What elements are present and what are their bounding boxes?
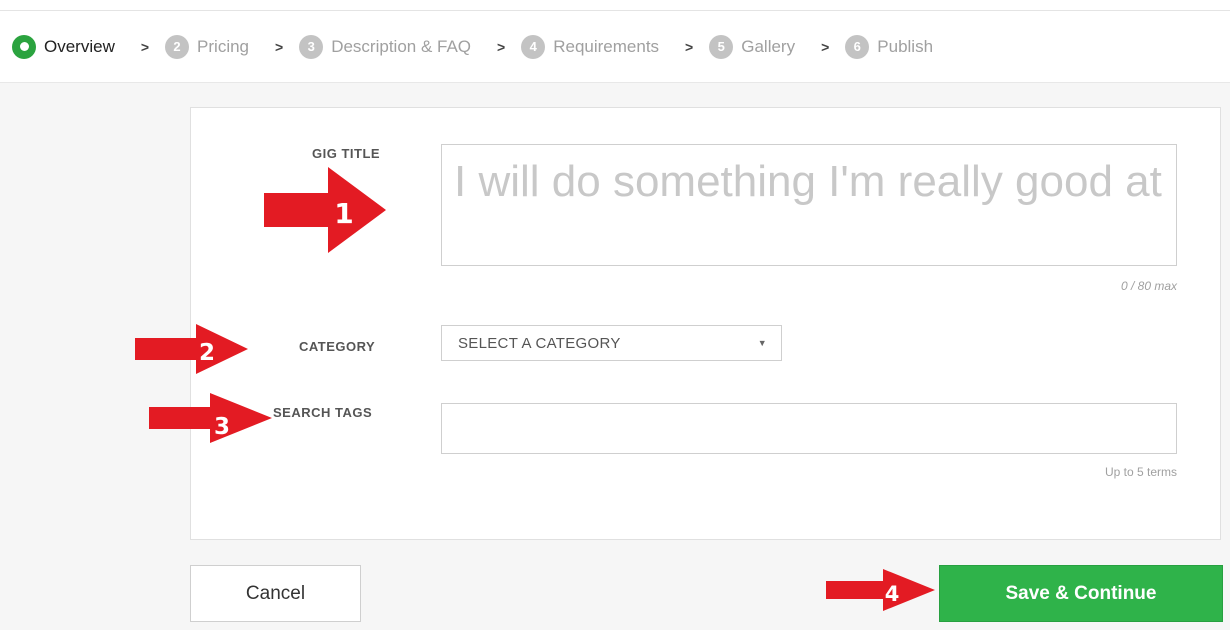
chevron-right-icon: >	[497, 38, 506, 55]
location-check-icon	[12, 34, 36, 59]
category-label: CATEGORY	[299, 339, 376, 354]
save-continue-button[interactable]: Save & Continue	[939, 565, 1223, 622]
gig-title-label: GIG TITLE	[312, 146, 381, 161]
step-pricing[interactable]: 2 Pricing	[165, 34, 250, 59]
chevron-right-icon: >	[685, 38, 694, 55]
step-label: Pricing	[197, 36, 250, 56]
step-label: Publish	[877, 36, 934, 56]
dropdown-caret-icon: ▼	[757, 338, 767, 348]
step-number: 6	[845, 34, 870, 59]
step-label: Gallery	[741, 36, 796, 56]
annotation-arrow-1-icon: 1	[264, 167, 386, 253]
chevron-right-icon: >	[140, 38, 150, 55]
annotation-number: 3	[214, 414, 230, 440]
step-description-faq[interactable]: 3 Description & FAQ	[299, 34, 472, 59]
progress-steps: Overview > 2 Pricing > 3 Description & F…	[0, 11, 1230, 83]
search-tags-label: SEARCH TAGS	[273, 405, 373, 420]
annotation-arrow-4-icon: 4	[826, 569, 935, 611]
category-selected-value: SELECT A CATEGORY	[458, 334, 621, 352]
annotation-number: 2	[199, 340, 215, 366]
step-number: 2	[165, 34, 190, 59]
step-requirements[interactable]: 4 Requirements	[521, 34, 660, 59]
step-publish[interactable]: 6 Publish	[845, 34, 934, 59]
step-overview[interactable]: Overview	[12, 34, 115, 59]
step-gallery[interactable]: 5 Gallery	[709, 34, 796, 59]
top-strip	[0, 0, 1230, 11]
step-label: Description & FAQ	[331, 36, 472, 56]
step-number: 3	[299, 34, 324, 59]
annotation-arrow-3-icon: 3	[149, 393, 272, 443]
step-label: Overview	[44, 36, 115, 56]
gig-title-input[interactable]: I will do something I'm really good at	[441, 144, 1177, 266]
search-tags-hint: Up to 5 terms	[1104, 465, 1177, 479]
annotation-arrow-2-icon: 2	[135, 324, 248, 374]
category-select[interactable]: SELECT A CATEGORY ▼	[441, 325, 782, 361]
chevron-right-icon: >	[275, 38, 284, 55]
chevron-right-icon: >	[821, 38, 830, 55]
step-label: Requirements	[553, 36, 660, 56]
cancel-button[interactable]: Cancel	[190, 565, 361, 622]
annotation-number: 4	[885, 582, 900, 606]
title-char-counter: 0 / 80 max	[1120, 279, 1177, 293]
annotation-number: 1	[334, 197, 353, 230]
step-number: 5	[709, 34, 734, 59]
search-tags-input[interactable]	[441, 403, 1177, 454]
step-number: 4	[521, 34, 546, 59]
